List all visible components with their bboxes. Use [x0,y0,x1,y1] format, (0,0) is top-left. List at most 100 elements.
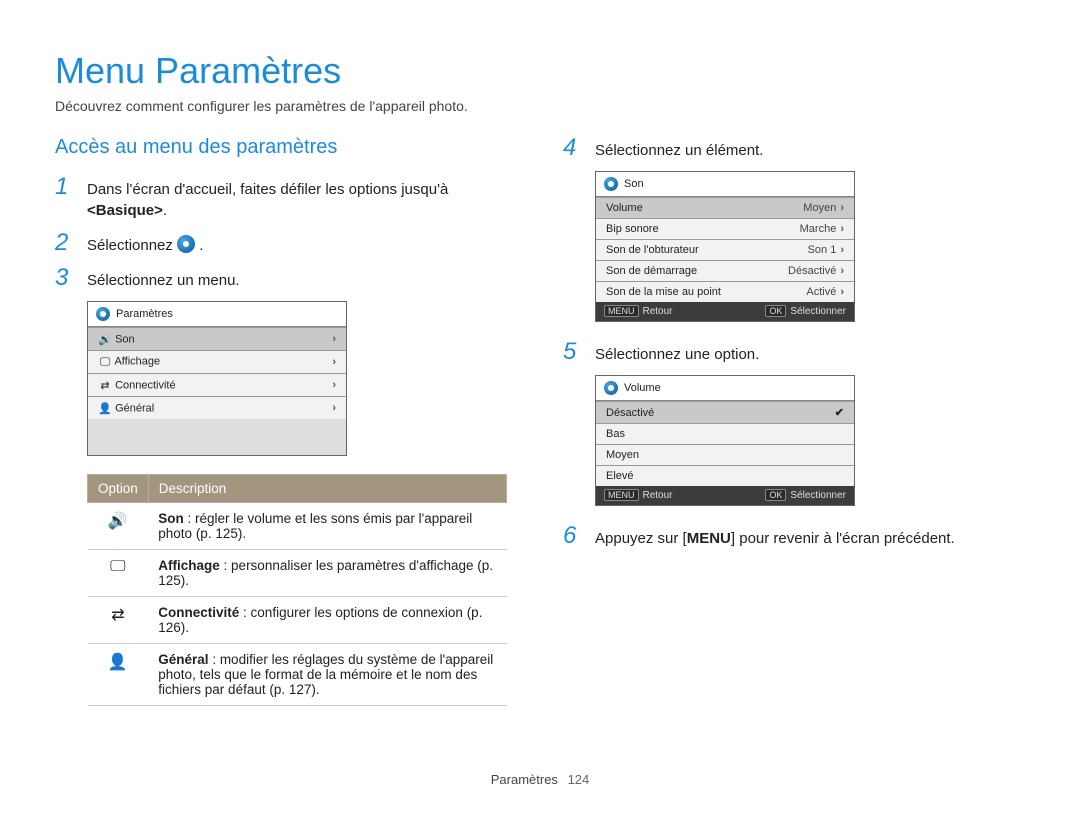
screenshot-footer: MENURetour OKSélectionner [596,486,854,505]
menu-row: 👤 Général › [88,396,346,419]
step-text: Sélectionnez un élément. [595,136,1025,161]
step-6: 6 Appuyez sur [MENU] pour revenir à l'éc… [563,524,1025,549]
menu-value: Activé [806,286,836,298]
screenshot-sound-menu: Son Volume Moyen › Bip sonore Marche › S… [595,171,855,322]
ok-key-icon: OK [765,305,786,317]
screenshot-settings-menu: Paramètres 🔊 Son › 🖵 Affichage › ⇄ Conne… [87,301,347,456]
option-text: : modifier les réglages du système de l'… [158,652,493,697]
option-title: Connectivité [158,605,239,620]
ok-key-icon: OK [765,489,786,501]
step-1: 1 Dans l'écran d'accueil, faites défiler… [55,175,517,221]
menu-value: Désactivé [788,265,836,277]
screenshot-title: Volume [624,382,661,394]
menu-value: Son 1 [808,244,837,256]
menu-label: Bip sonore [606,223,659,235]
step-4: 4 Sélectionnez un élément. [563,136,1025,161]
page-number: 124 [568,772,590,787]
step-5: 5 Sélectionnez une option. [563,340,1025,365]
menu-label: Désactivé [606,407,654,419]
menu-row: Volume Moyen › [596,197,854,218]
menu-label: Elevé [606,470,634,482]
chevron-right-icon: › [840,265,844,277]
menu-label: Volume [606,202,643,214]
step-text: Dans l'écran d'accueil, faites défiler l… [87,181,448,198]
menu-label: Connectivité [115,380,176,392]
step-number: 5 [563,340,583,365]
step-2: 2 Sélectionnez . [55,231,517,256]
screenshot-title: Son [624,178,644,190]
menu-row: Son de l'obturateur Son 1 › [596,239,854,260]
menu-row: ⇄ Connectivité › [88,373,346,396]
general-icon: 👤 [98,401,112,415]
sound-icon: 🔊 [108,513,128,530]
step-text: Appuyez sur [ [595,530,687,547]
menu-key-icon: MENU [604,305,639,317]
footer-right: Sélectionner [790,306,846,317]
menu-label: Son de la mise au point [606,286,721,298]
screenshot-footer: MENU Retour OK Sélectionner [596,302,854,321]
table-head-option: Option [88,475,149,503]
menu-label: Son [115,334,135,346]
chevron-right-icon: › [332,402,336,414]
footer-label: Paramètres [491,772,558,787]
chevron-right-icon: › [332,379,336,391]
options-table: Option Description 🔊 Son : régler le vol… [87,474,507,706]
table-row: 👤 Général : modifier les réglages du sys… [88,644,507,706]
menu-row: Bas [596,423,854,444]
table-row: ⇄ Connectivité : configurer les options … [88,597,507,644]
menu-row: 🖵 Affichage › [88,350,346,373]
connectivity-icon: ⇄ [98,378,112,392]
menu-row: Son de démarrage Désactivé › [596,260,854,281]
menu-row: Désactivé ✔ [596,401,854,423]
chevron-right-icon: › [840,223,844,235]
chevron-right-icon: › [840,244,844,256]
settings-round-icon [604,177,618,191]
step-text: Sélectionnez une option. [595,340,1025,365]
step-number: 1 [55,175,75,221]
menu-label: Affichage [114,356,160,368]
menu-row: Son de la mise au point Activé › [596,281,854,302]
settings-round-icon [96,307,110,321]
option-title: Affichage [158,558,220,573]
menu-key-label: MENU [687,530,731,547]
option-title: Son [158,511,184,526]
chevron-right-icon: › [840,286,844,298]
page-footer: Paramètres 124 [0,772,1080,787]
option-title: Général [158,652,208,667]
sound-icon: 🔊 [98,332,112,346]
step-text: ] pour revenir à l'écran précédent. [731,530,955,547]
chevron-right-icon: › [840,202,844,214]
page-subtitle: Découvrez comment configurer les paramèt… [55,98,1025,114]
general-icon: 👤 [108,654,128,671]
option-text: : régler le volume et les sons émis par … [158,511,472,541]
step-number: 4 [563,136,583,161]
step-number: 6 [563,524,583,549]
menu-label: Son de l'obturateur [606,244,699,256]
menu-label: Général [115,403,154,415]
table-head-desc: Description [148,475,506,503]
step-text: Sélectionnez [87,237,177,254]
chevron-right-icon: › [332,356,336,368]
display-icon: 🖵 [98,355,112,369]
settings-round-icon [604,381,618,395]
page-title: Menu Paramètres [55,50,1025,92]
step-text-bold: <Basique> [87,202,163,219]
connectivity-icon: ⇄ [111,607,124,624]
menu-value: Moyen [803,202,836,214]
menu-row: 🔊 Son › [88,327,346,350]
table-row: 🖵 Affichage : personnaliser les paramètr… [88,550,507,597]
settings-round-icon [177,235,195,253]
screenshot-title: Paramètres [116,308,173,320]
menu-value: Marche [800,223,837,235]
menu-key-icon: MENU [604,489,639,501]
step-number: 2 [55,231,75,256]
footer-left: Retour [643,306,673,317]
display-icon: 🖵 [110,558,125,575]
footer-left: Retour [643,490,673,501]
checkmark-icon: ✔ [835,406,844,419]
table-row: 🔊 Son : régler le volume et les sons émi… [88,503,507,550]
menu-row: Bip sonore Marche › [596,218,854,239]
screenshot-volume-menu: Volume Désactivé ✔ Bas Moyen Elevé MENUR… [595,375,855,506]
step-number: 3 [55,266,75,291]
menu-row: Elevé [596,465,854,486]
